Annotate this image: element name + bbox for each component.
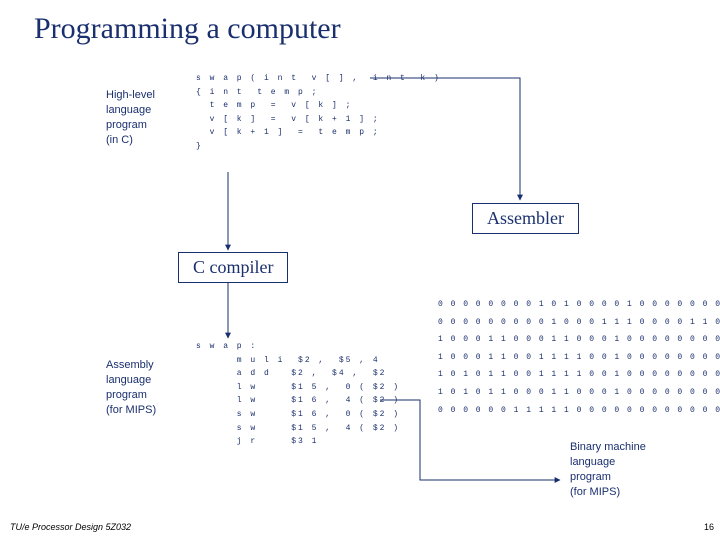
slide-title: Programming a computer [34, 12, 341, 46]
highlevel-label: High-level language program (in C) [106, 88, 155, 147]
asm-code-block: s w a p : m u l i $2 , $5 , 4 a d d $2 ,… [196, 340, 400, 449]
binary-label: Binary machine language program (for MIP… [570, 440, 646, 499]
footer-left: TU/e Processor Design 5Z032 [10, 522, 131, 532]
c-code-block: s w a p ( i n t v [ ] , i n t k ) { i n … [196, 72, 441, 154]
footer-page-number: 16 [704, 522, 714, 532]
assembler-box: Assembler [472, 203, 579, 234]
asm-label: Assembly language program (for MIPS) [106, 358, 156, 417]
binary-code-block: 0 0 0 0 0 0 0 0 1 0 1 0 0 0 0 1 0 0 0 0 … [438, 296, 720, 419]
c-compiler-box: C compiler [178, 252, 288, 283]
